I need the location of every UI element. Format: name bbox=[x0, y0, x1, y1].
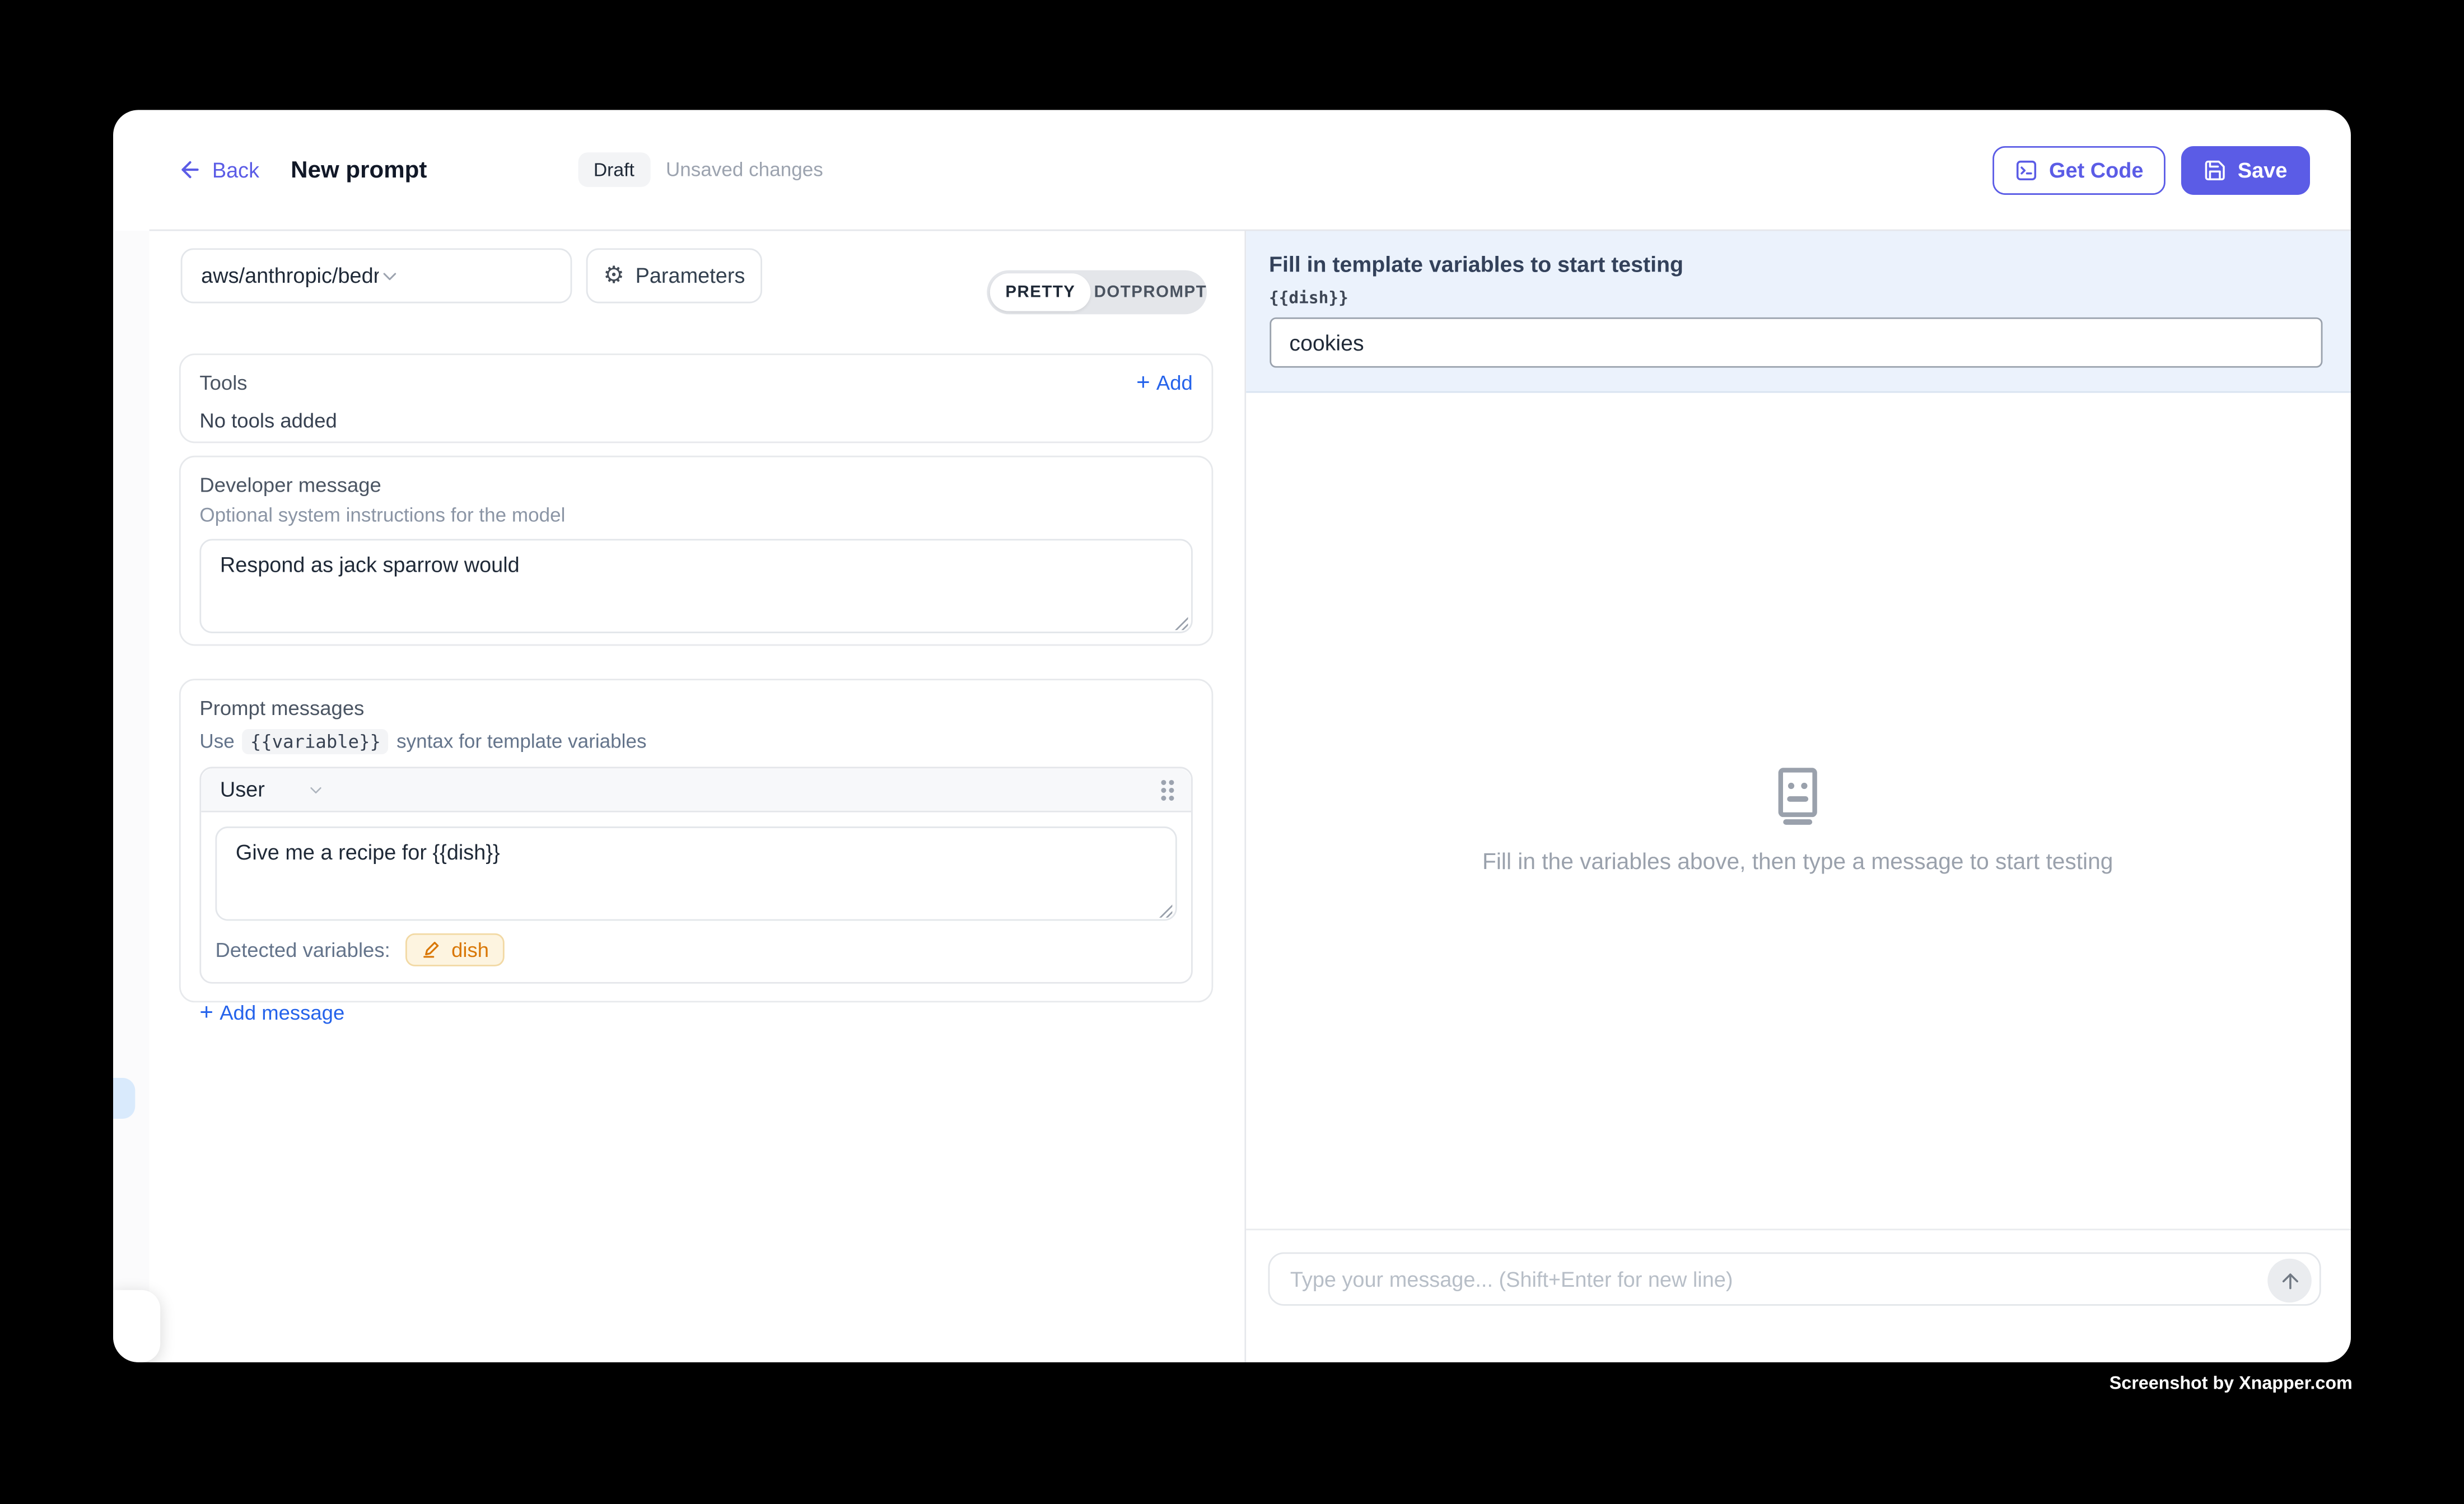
chevron-down-icon bbox=[378, 265, 555, 287]
model-select-value: aws/anthropic/bedrock-claude-3-5-s... bbox=[201, 264, 378, 287]
developer-message-textarea[interactable]: Respond as jack sparrow would bbox=[199, 540, 1192, 634]
header-bar: Back New prompt Draft Unsaved changes Ge… bbox=[113, 110, 2350, 229]
parameters-label: Parameters bbox=[636, 264, 745, 287]
model-select[interactable]: aws/anthropic/bedrock-claude-3-5-s... bbox=[181, 248, 572, 303]
detected-variables-label: Detected variables: bbox=[215, 938, 390, 961]
resize-grip-icon[interactable] bbox=[1158, 904, 1172, 918]
prompt-messages-hint: Use {{variable}} syntax for template var… bbox=[199, 729, 1192, 754]
variable-badge-label: dish bbox=[451, 938, 489, 961]
grip-dots-icon[interactable] bbox=[1160, 777, 1175, 802]
send-button[interactable] bbox=[2267, 1259, 2312, 1303]
chat-input-container bbox=[1268, 1252, 2321, 1305]
sidebar-strip bbox=[113, 231, 150, 1293]
developer-message-card: Developer message Optional system instru… bbox=[179, 456, 1213, 647]
terminal-icon bbox=[2014, 158, 2038, 181]
tools-empty-text: No tools added bbox=[199, 408, 1192, 431]
app-window: Back New prompt Draft Unsaved changes Ge… bbox=[113, 110, 2350, 1362]
corner-popover-fragment bbox=[113, 1290, 160, 1362]
add-tool-label: Add bbox=[1156, 370, 1193, 394]
view-mode-toggle: PRETTY DOTPROMPT bbox=[987, 270, 1207, 315]
message-body: Give me a recipe for {{dish}} Detected v… bbox=[201, 812, 1191, 982]
message-textarea[interactable]: Give me a recipe for {{dish}} bbox=[215, 826, 1177, 921]
message-block: User Give me a recipe for {{dish}} bbox=[199, 767, 1192, 983]
chat-input-divider bbox=[1245, 1229, 2350, 1230]
plus-icon: + bbox=[1136, 370, 1150, 394]
get-code-button[interactable]: Get Code bbox=[1992, 146, 2166, 194]
arrow-up-icon bbox=[2278, 1269, 2301, 1292]
prompt-messages-card: Prompt messages Use {{variable}} syntax … bbox=[179, 679, 1213, 1002]
add-message-button[interactable]: + Add message bbox=[199, 1001, 1192, 1024]
add-message-label: Add message bbox=[220, 1001, 344, 1024]
tools-label: Tools bbox=[199, 370, 247, 394]
header-actions: Get Code Save bbox=[1992, 146, 2309, 194]
variable-name-label: {{dish}} bbox=[1269, 289, 2321, 309]
floppy-disk-icon bbox=[2203, 158, 2227, 181]
template-variables-section: Fill in template variables to start test… bbox=[1245, 231, 2350, 392]
message-header: User bbox=[201, 768, 1191, 812]
prompt-messages-label: Prompt messages bbox=[199, 696, 1192, 720]
developer-message-hint: Optional system instructions for the mod… bbox=[199, 505, 1192, 527]
tester-title: Fill in template variables to start test… bbox=[1269, 251, 2321, 277]
unsaved-changes-label: Unsaved changes bbox=[666, 158, 823, 180]
variable-syntax-chip: {{variable}} bbox=[242, 729, 389, 754]
variable-value-input[interactable] bbox=[1269, 317, 2322, 368]
tools-card: Tools + Add No tools added bbox=[179, 353, 1213, 442]
toggle-pretty[interactable]: PRETTY bbox=[990, 273, 1091, 311]
sidebar-active-item[interactable] bbox=[113, 1078, 134, 1118]
detected-variables-row: Detected variables: dish bbox=[215, 928, 1177, 975]
add-tool-button[interactable]: + Add bbox=[1136, 370, 1193, 394]
message-role-select[interactable]: User bbox=[220, 778, 325, 801]
variable-badge-dish[interactable]: dish bbox=[406, 933, 505, 966]
robot-face-icon bbox=[1766, 764, 1829, 826]
status-badge-draft: Draft bbox=[578, 152, 650, 187]
pencil-icon bbox=[422, 940, 442, 960]
prompt-editor-panel: aws/anthropic/bedrock-claude-3-5-s... ⚙ … bbox=[150, 231, 1244, 1362]
back-button[interactable]: Back bbox=[178, 157, 259, 183]
watermark-text: Screenshot by Xnapper.com bbox=[2110, 1375, 2353, 1394]
hint-prefix: Use bbox=[199, 731, 234, 753]
empty-state-text: Fill in the variables above, then type a… bbox=[1245, 850, 2350, 875]
back-label: Back bbox=[212, 158, 259, 181]
developer-message-label: Developer message bbox=[199, 474, 1192, 497]
toggle-dotprompt[interactable]: DOTPROMPT bbox=[1094, 270, 1207, 315]
screenshot-stage: Back New prompt Draft Unsaved changes Ge… bbox=[0, 0, 2464, 1503]
gear-icon: ⚙ bbox=[603, 264, 624, 287]
model-toolbar: aws/anthropic/bedrock-claude-3-5-s... ⚙ … bbox=[150, 248, 1244, 303]
plus-icon: + bbox=[199, 1001, 213, 1024]
chat-message-input[interactable] bbox=[1270, 1254, 2319, 1304]
hint-suffix: syntax for template variables bbox=[396, 731, 646, 753]
page-title: New prompt bbox=[291, 156, 427, 183]
resize-grip-icon[interactable] bbox=[1174, 616, 1188, 630]
get-code-label: Get Code bbox=[2049, 158, 2143, 181]
chevron-down-icon bbox=[306, 780, 325, 799]
tester-panel: Fill in template variables to start test… bbox=[1245, 231, 2350, 1362]
arrow-left-icon bbox=[178, 157, 203, 183]
parameters-button[interactable]: ⚙ Parameters bbox=[586, 248, 762, 303]
save-button[interactable]: Save bbox=[2181, 146, 2309, 194]
save-label: Save bbox=[2238, 158, 2287, 181]
message-role-value: User bbox=[220, 778, 265, 801]
